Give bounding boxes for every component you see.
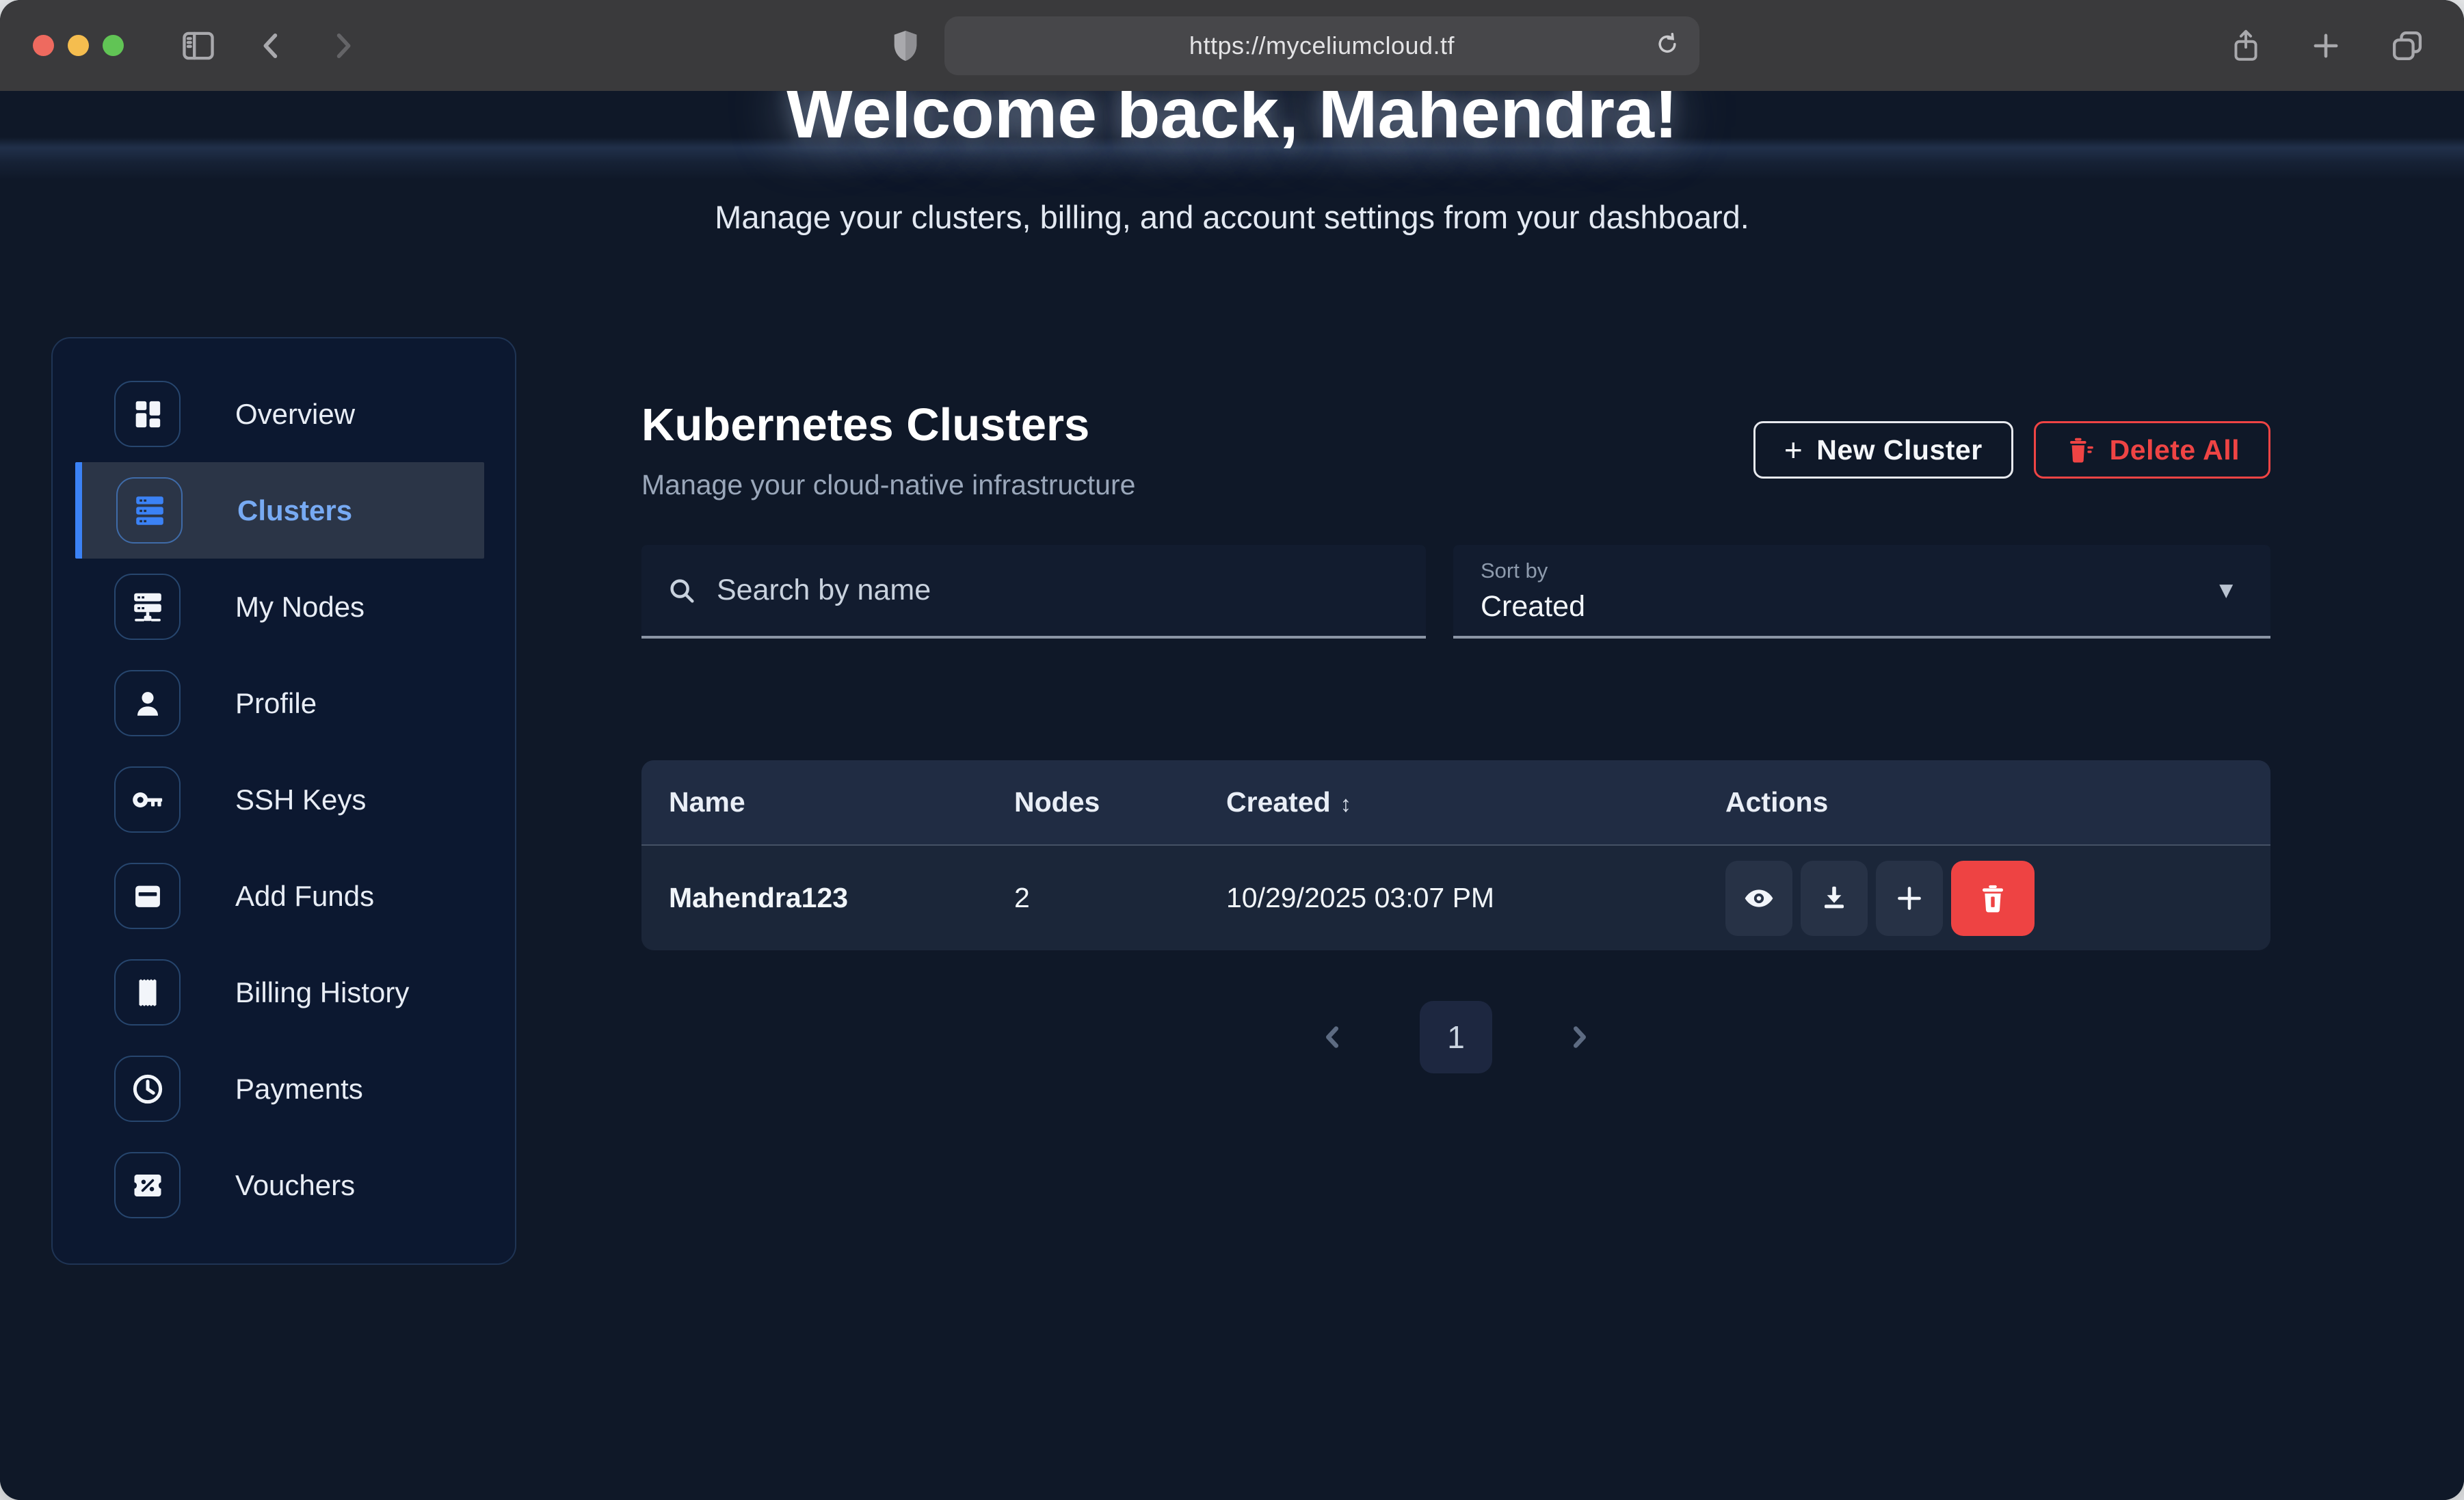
sidebar-item-label: Billing History (235, 976, 409, 1009)
sidebar-item-clusters[interactable]: Clusters (75, 462, 484, 559)
table-row: Mahendra123 2 10/29/2025 03:07 PM (641, 844, 2270, 950)
sidebar-item-add-funds[interactable]: Add Funds (75, 848, 484, 944)
pagination: 1 (641, 1001, 2270, 1073)
ticket-percent-icon (114, 1152, 181, 1218)
window-controls (33, 35, 124, 56)
sidebar-item-profile[interactable]: Profile (75, 655, 484, 751)
view-cluster-button[interactable] (1725, 861, 1792, 936)
column-created[interactable]: Created↕ (1226, 786, 1725, 818)
search-input[interactable] (715, 573, 1401, 608)
table-header: Name Nodes Created↕ Actions (641, 760, 2270, 844)
eye-icon (1741, 881, 1777, 916)
sidebar-item-label: Add Funds (235, 880, 374, 913)
sort-label: Sort by (1481, 559, 2243, 583)
sidebar-item-label: SSH Keys (235, 784, 366, 816)
download-icon (1818, 882, 1851, 915)
sidebar-item-label: Clusters (237, 494, 352, 527)
shield-icon[interactable] (890, 28, 921, 64)
delete-cluster-button[interactable] (1951, 861, 2035, 936)
user-icon (114, 670, 181, 736)
share-icon[interactable] (2229, 27, 2263, 64)
sidebar-item-vouchers[interactable]: Vouchers (75, 1137, 484, 1233)
minimize-window-button[interactable] (68, 35, 89, 56)
trash-list-icon (2065, 435, 2095, 465)
sidebar-item-billing-history[interactable]: Billing History (75, 944, 484, 1041)
clock-icon (114, 1056, 181, 1122)
tab-overview-icon[interactable] (2389, 27, 2426, 64)
previous-page-button[interactable] (1313, 1021, 1353, 1054)
key-icon (114, 766, 181, 833)
new-cluster-button[interactable]: + New Cluster (1753, 421, 2013, 479)
sidebar-item-overview[interactable]: Overview (75, 366, 484, 462)
browser-window: https://myceliumcloud.tf (0, 0, 2464, 1500)
delete-all-button[interactable]: Delete All (2034, 421, 2270, 479)
sidebar-item-ssh-keys[interactable]: SSH Keys (75, 751, 484, 848)
sort-value: Created (1481, 590, 2243, 624)
column-name: Name (669, 786, 1014, 818)
back-button[interactable] (254, 28, 289, 64)
page-title: Kubernetes Clusters (641, 399, 1135, 451)
welcome-section: Welcome back, Mahendra! Manage your clus… (0, 91, 2464, 236)
url-text: https://myceliumcloud.tf (1189, 31, 1455, 60)
sidebar-item-label: Vouchers (235, 1169, 355, 1202)
forward-button[interactable] (325, 28, 360, 64)
wallet-icon (114, 863, 181, 929)
welcome-title: Welcome back, Mahendra! (0, 91, 2464, 155)
column-actions: Actions (1725, 786, 2270, 818)
next-page-button[interactable] (1559, 1021, 1599, 1054)
cluster-created: 10/29/2025 03:07 PM (1226, 882, 1725, 914)
column-nodes: Nodes (1014, 786, 1226, 818)
sidebar-item-label: Payments (235, 1073, 363, 1106)
welcome-subtitle: Manage your clusters, billing, and accou… (0, 198, 2464, 236)
row-actions (1725, 861, 2270, 936)
chevron-down-icon: ▼ (2214, 577, 2238, 604)
trash-icon (1976, 881, 2010, 915)
new-tab-icon[interactable] (2308, 28, 2344, 64)
sidebar-item-label: Overview (235, 398, 355, 431)
sort-arrows-icon: ↕ (1340, 791, 1352, 816)
reload-icon[interactable] (1653, 29, 1682, 62)
sidebar-toggle-icon[interactable] (178, 26, 218, 66)
dashboard-sidebar: Overview Clusters (51, 337, 516, 1265)
sort-select[interactable]: Sort by Created ▼ (1453, 545, 2270, 639)
cluster-name: Mahendra123 (669, 882, 1014, 914)
layout-dashboard-icon (114, 381, 181, 447)
address-bar[interactable]: https://myceliumcloud.tf (944, 16, 1699, 75)
search-field[interactable] (641, 545, 1426, 639)
close-window-button[interactable] (33, 35, 54, 56)
server-network-icon (114, 574, 181, 640)
search-icon (666, 575, 698, 606)
sidebar-item-my-nodes[interactable]: My Nodes (75, 559, 484, 655)
add-node-button[interactable] (1876, 861, 1943, 936)
sidebar-item-payments[interactable]: Payments (75, 1041, 484, 1137)
page-subtitle: Manage your cloud-native infrastructure (641, 469, 1135, 501)
page-number-button[interactable]: 1 (1420, 1001, 1492, 1073)
sidebar-item-label: Profile (235, 687, 317, 720)
clusters-table: Name Nodes Created↕ Actions Mahendra123 … (641, 760, 2270, 950)
plus-icon (1892, 881, 1926, 915)
server-stack-icon (116, 477, 183, 544)
clusters-panel: Kubernetes Clusters Manage your cloud-na… (641, 337, 2270, 1073)
sidebar-item-label: My Nodes (235, 591, 365, 624)
receipt-icon (114, 959, 181, 1026)
page-content: Welcome back, Mahendra! Manage your clus… (0, 91, 2464, 1500)
cluster-nodes: 2 (1014, 882, 1226, 914)
zoom-window-button[interactable] (103, 35, 124, 56)
browser-toolbar: https://myceliumcloud.tf (0, 0, 2464, 91)
download-kubeconfig-button[interactable] (1801, 861, 1868, 936)
